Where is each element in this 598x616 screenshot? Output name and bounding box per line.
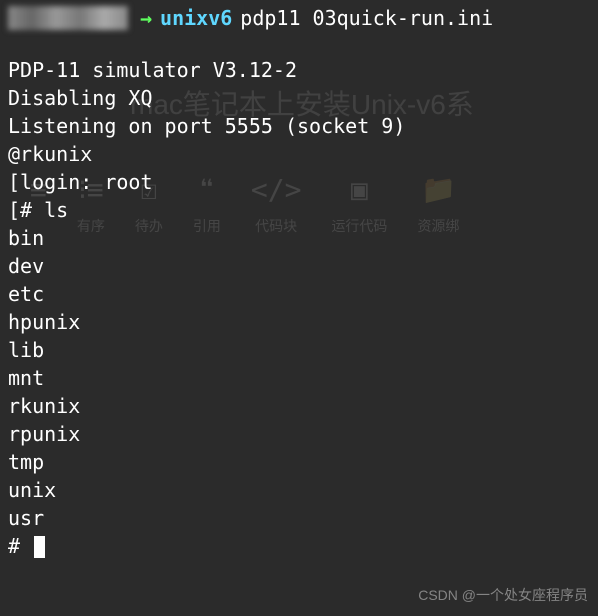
current-directory: unixv6 xyxy=(160,4,232,32)
ls-item: mnt xyxy=(8,364,590,392)
ls-item: tmp xyxy=(8,448,590,476)
prompt-arrow-icon: → xyxy=(140,4,152,32)
output-line: [# ls xyxy=(8,196,590,224)
ls-item: unix xyxy=(8,476,590,504)
ls-item: bin xyxy=(8,224,590,252)
ls-item: dev xyxy=(8,252,590,280)
output-line: PDP-11 simulator V3.12-2 xyxy=(8,56,590,84)
ls-item: rpunix xyxy=(8,420,590,448)
output-line: Listening on port 5555 (socket 9) xyxy=(8,112,590,140)
cursor-icon xyxy=(34,536,45,558)
ls-item: etc xyxy=(8,280,590,308)
ls-item: lib xyxy=(8,336,590,364)
terminal-output: PDP-11 simulator V3.12-2 Disabling XQ Li… xyxy=(8,36,590,560)
ls-item: usr xyxy=(8,504,590,532)
shell-prompt-line: → unixv6 pdp11 03quick-run.ini xyxy=(8,0,590,36)
blurred-hostname xyxy=(8,6,128,30)
output-line: @rkunix xyxy=(8,140,590,168)
output-line: [login: root xyxy=(8,168,590,196)
output-line: Disabling XQ xyxy=(8,84,590,112)
prompt-cursor-line: # xyxy=(8,532,590,560)
command-text: pdp11 03quick-run.ini xyxy=(240,4,493,32)
ls-item: hpunix xyxy=(8,308,590,336)
watermark: CSDN @一个处女座程序员 xyxy=(418,586,588,606)
ls-item: rkunix xyxy=(8,392,590,420)
terminal-window[interactable]: → unixv6 pdp11 03quick-run.ini PDP-11 si… xyxy=(0,0,598,560)
